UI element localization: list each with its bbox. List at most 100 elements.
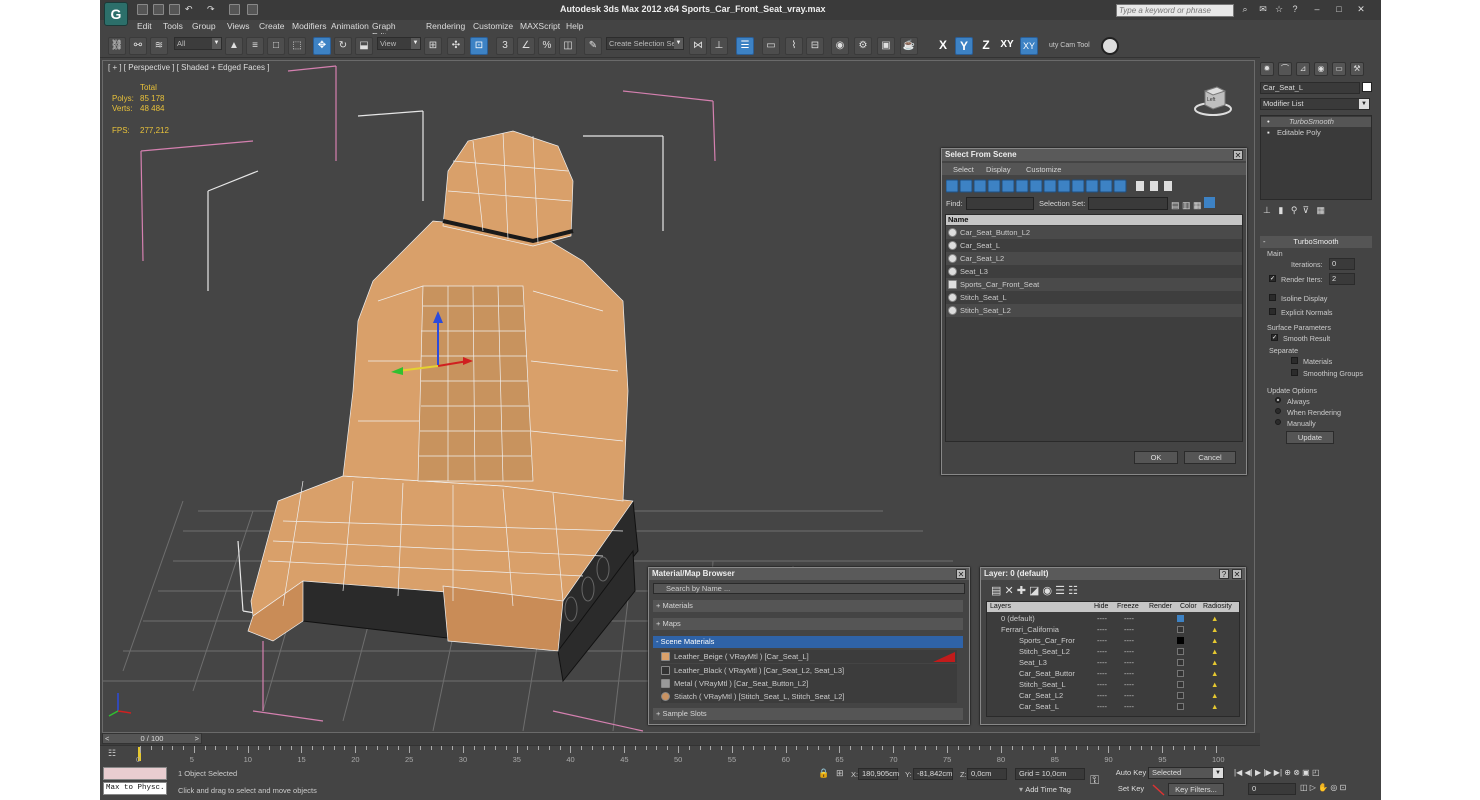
modify-tab-icon[interactable]: ⌒ [1278, 62, 1292, 76]
section-maps[interactable]: + Maps [653, 618, 963, 630]
zoom-icon[interactable]: ⊕ [1284, 768, 1291, 777]
undo-icon[interactable]: ↶ [185, 4, 196, 15]
hide-all-icon[interactable]: ☰ [1055, 585, 1065, 597]
playback-controls[interactable]: |◀ ◀| ▶ |▶ ▶| ⊕ ⊗ ▣ ◰ [1234, 768, 1379, 780]
graphite-ribbon-icon[interactable]: ▭ [762, 37, 780, 55]
menu-animation[interactable]: Animation [331, 21, 369, 31]
turbosmooth-rollout-title[interactable]: - TurboSmooth [1260, 236, 1372, 248]
bulb-icon[interactable]: • [1267, 117, 1270, 127]
section-materials[interactable]: + Materials [653, 600, 963, 612]
cam-tool-icon[interactable] [1101, 37, 1119, 55]
render-setup-icon[interactable]: ⚙ [854, 37, 872, 55]
close-button[interactable]: ✕ [1354, 3, 1368, 16]
object-color-swatch[interactable] [1362, 82, 1372, 92]
menu-rendering[interactable]: Rendering [426, 21, 465, 31]
schematic-view-icon[interactable]: ⊟ [806, 37, 824, 55]
select-from-scene-title[interactable]: Select From Scene [942, 149, 1246, 161]
menu-create[interactable]: Create [259, 21, 285, 31]
add-time-tag-field[interactable]: ▾ Add Time Tag [1015, 784, 1085, 796]
radiosity-icon[interactable]: ▲ [1211, 668, 1218, 679]
use-pivot-center-icon[interactable]: ⊞ [424, 37, 442, 55]
list-item[interactable]: Car_Seat_Button_L2 [946, 226, 1242, 239]
material-item[interactable]: Stiatch ( VRayMtl ) [Stitch_Seat_L, Stit… [661, 690, 957, 703]
radiosity-icon[interactable]: ▲ [1211, 624, 1218, 635]
menu-maxscript[interactable]: MAXScript [520, 21, 560, 31]
named-selection-set-dropdown[interactable]: Create Selection Se ▼ [606, 37, 684, 50]
pin-stack-icon[interactable]: ⊥ [1263, 205, 1271, 215]
freeze-all-icon[interactable]: ☷ [1068, 585, 1078, 597]
update-always-radio[interactable] [1275, 397, 1281, 403]
column-header-name[interactable]: Name [946, 215, 1242, 225]
render-production-icon[interactable]: ☕ [900, 37, 918, 55]
column-radiosity[interactable]: Radiosity [1203, 602, 1232, 612]
motion-tab-icon[interactable]: ◉ [1314, 62, 1328, 76]
set-key-line-icon[interactable] [1152, 784, 1166, 796]
section-scene-materials[interactable]: - Scene Materials [653, 636, 963, 648]
column-freeze[interactable]: Freeze [1117, 602, 1139, 612]
object-name-field[interactable]: Car_Seat_L [1260, 82, 1360, 94]
layer-tools[interactable]: ▤ ✕ ✚ ◪ ◉ ☰ ☷ [991, 584, 1131, 598]
zoom-all-icon[interactable]: ⊗ [1293, 768, 1300, 777]
time-slider[interactable]: <0 / 100 > [100, 733, 1260, 745]
help-icon[interactable]: ? [1288, 3, 1302, 16]
create-tab-icon[interactable]: ✹ [1260, 62, 1274, 76]
column-hide[interactable]: Hide [1094, 602, 1108, 612]
explicit-normals-checkbox[interactable] [1269, 308, 1276, 315]
utilities-tab-icon[interactable]: ⚒ [1350, 62, 1364, 76]
select-and-link-icon[interactable]: ⛓ [108, 37, 126, 55]
axis-x-button[interactable]: X [934, 37, 952, 55]
radiosity-icon[interactable]: ▲ [1211, 690, 1218, 701]
z-coord-field[interactable]: 0,0cm [967, 768, 1007, 780]
material-search-input[interactable]: Search by Name ... [653, 583, 965, 594]
menu-modifiers[interactable]: Modifiers [292, 21, 326, 31]
menu-views[interactable]: Views [227, 21, 250, 31]
layer-row[interactable]: Stitch_Seat_L2 ---- ---- ▲ [987, 646, 1239, 657]
menu-display[interactable]: Display [986, 165, 1011, 174]
maxscript-mini-listener[interactable]: Max to Physc. [103, 782, 167, 795]
axis-z-button[interactable]: Z [977, 37, 995, 55]
layer-row[interactable]: Ferrari_California ---- ---- ▲ [987, 624, 1239, 635]
window-crossing-icon[interactable]: ⬚ [288, 37, 306, 55]
menu-customize[interactable]: Customize [473, 21, 513, 31]
axis-xy-plane-button[interactable]: XY [1020, 37, 1038, 55]
selected-dropdown[interactable]: Selected ▼ [1148, 767, 1224, 779]
smooth-result-checkbox[interactable]: ✓ [1271, 334, 1278, 341]
find-input[interactable] [966, 197, 1034, 210]
select-and-manipulate-icon[interactable]: ✣ [447, 37, 465, 55]
field-of-view-icon[interactable]: ▷ [1310, 783, 1316, 792]
update-button[interactable]: Update [1286, 431, 1334, 444]
layer-row[interactable]: Car_Seat_L ---- ---- ▲ [987, 701, 1239, 712]
unlink-icon[interactable]: ⚯ [129, 37, 147, 55]
go-to-start-icon[interactable]: |◀ [1234, 768, 1242, 777]
layer-row[interactable]: Car_Seat_L2 ---- ---- ▲ [987, 690, 1239, 701]
viewport-nav-controls[interactable]: ◫ ▷ ✋ ◎ ⊡ [1300, 783, 1380, 795]
menu-customize[interactable]: Customize [1026, 165, 1061, 174]
cam-tool-label[interactable]: uty Cam Tool [1049, 42, 1090, 49]
save-file-icon[interactable] [169, 4, 180, 15]
current-frame-field[interactable]: 0 [1248, 783, 1296, 795]
display-tab-icon[interactable]: ▭ [1332, 62, 1346, 76]
bind-to-space-warp-icon[interactable]: ≋ [150, 37, 168, 55]
radiosity-icon[interactable]: ▲ [1211, 635, 1218, 646]
new-file-icon[interactable] [137, 4, 148, 15]
layer-manager-icon[interactable]: ☰ [736, 37, 754, 55]
list-item[interactable]: Car_Seat_L2 [946, 252, 1242, 265]
y-coord-field[interactable]: -81,842cm [913, 768, 953, 780]
isoline-display-checkbox[interactable] [1269, 294, 1276, 301]
show-end-result-icon[interactable]: ▮ [1278, 205, 1283, 215]
radiosity-icon[interactable]: ▲ [1211, 646, 1218, 657]
section-sample-slots[interactable]: + Sample Slots [653, 708, 963, 720]
material-editor-icon[interactable]: ◉ [831, 37, 849, 55]
selection-filter-dropdown[interactable]: All ▼ [174, 37, 222, 50]
mini-curve-editor-icon[interactable]: ☷ [108, 748, 122, 760]
maximize-viewport-icon[interactable]: ⊡ [1340, 783, 1347, 792]
list-item[interactable]: Sports_Car_Front_Seat [946, 278, 1242, 291]
menu-group[interactable]: Group [192, 21, 216, 31]
menu-tools[interactable]: Tools [163, 21, 183, 31]
selection-set-dropdown[interactable] [1088, 197, 1168, 210]
project-folder-icon[interactable] [229, 4, 240, 15]
x-coord-field[interactable]: 180,905cm [858, 768, 899, 780]
layer-row[interactable]: Stitch_Seat_L ---- ---- ▲ [987, 679, 1239, 690]
render-iters-checkbox[interactable]: ✓ [1269, 275, 1276, 282]
make-unique-icon[interactable]: ⚲ [1291, 205, 1298, 215]
